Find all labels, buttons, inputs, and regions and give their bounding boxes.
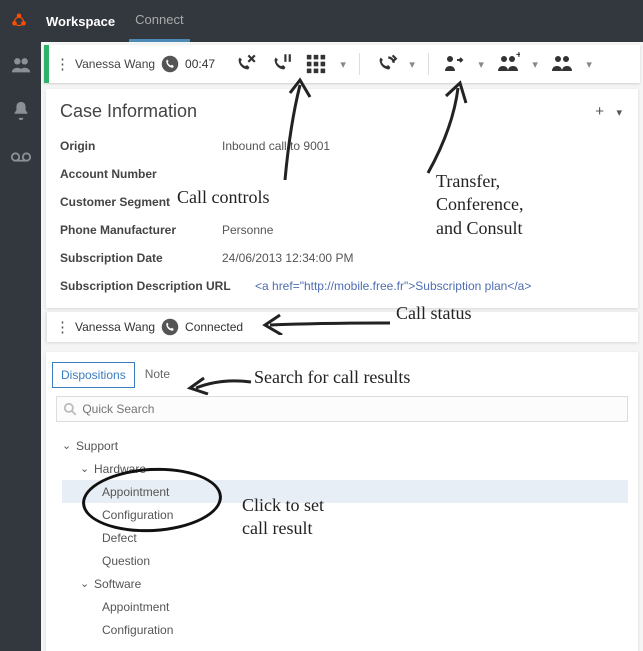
notifications-icon[interactable] bbox=[10, 100, 32, 122]
tree-item-sw-configuration[interactable]: Configuration bbox=[62, 618, 628, 641]
chevron-down-icon: ⌄ bbox=[80, 577, 94, 590]
origin-value: Inbound call to 9001 bbox=[222, 139, 330, 153]
customer-segment-label: Customer Segment bbox=[60, 195, 222, 209]
account-number-label: Account Number bbox=[60, 167, 222, 181]
quick-search-input[interactable] bbox=[80, 401, 621, 417]
separator bbox=[428, 53, 429, 75]
chevron-down-icon: ⌄ bbox=[62, 439, 76, 452]
status-phone-icon bbox=[161, 318, 179, 336]
case-information-card: + ▾ Case Information OriginInbound call … bbox=[46, 89, 638, 308]
status-caller-name: Vanessa Wang bbox=[75, 320, 155, 334]
header-connect-tab[interactable]: Connect bbox=[129, 0, 189, 42]
tree-item-question[interactable]: Question bbox=[62, 549, 628, 572]
subscription-date-label: Subscription Date bbox=[60, 251, 222, 265]
tree-item-appointment[interactable]: Appointment bbox=[62, 480, 628, 503]
transfer-chevron-icon[interactable]: ▾ bbox=[475, 49, 487, 79]
tree-node-hardware[interactable]: ⌄Hardware bbox=[62, 457, 628, 480]
keypad-chevron-icon[interactable]: ▾ bbox=[337, 49, 349, 79]
subscription-url-label: Subscription Description URL bbox=[60, 279, 255, 293]
hold-button[interactable] bbox=[265, 49, 295, 79]
keypad-button[interactable] bbox=[301, 49, 331, 79]
tree-item-defect[interactable]: Defect bbox=[62, 526, 628, 549]
transfer-button[interactable] bbox=[439, 49, 469, 79]
conference-button[interactable]: + bbox=[493, 49, 523, 79]
conference-chevron-icon[interactable]: ▾ bbox=[529, 49, 541, 79]
svg-text:+: + bbox=[516, 52, 520, 61]
tab-note[interactable]: Note bbox=[137, 362, 178, 388]
case-add-button[interactable]: + ▾ bbox=[595, 103, 622, 120]
redial-chevron-icon[interactable]: ▾ bbox=[406, 49, 418, 79]
caller-status-bar: ⋮ Vanessa Wang Connected bbox=[46, 312, 638, 342]
consult-button[interactable] bbox=[547, 49, 577, 79]
status-state: Connected bbox=[185, 320, 243, 334]
status-more-icon[interactable]: ⋮ bbox=[55, 318, 69, 336]
genesys-logo-icon bbox=[10, 12, 28, 30]
origin-label: Origin bbox=[60, 139, 222, 153]
phone-status-icon bbox=[161, 55, 179, 73]
caller-name: Vanessa Wang bbox=[75, 57, 155, 71]
phone-manufacturer-label: Phone Manufacturer bbox=[60, 223, 222, 237]
search-icon bbox=[63, 402, 77, 416]
consult-chevron-icon[interactable]: ▾ bbox=[583, 49, 595, 79]
main-area: ⋮ Vanessa Wang 00:47 ▾ ▾ ▾ + ▾ ▾ bbox=[41, 42, 643, 651]
tab-bar: Dispositions Note bbox=[46, 352, 638, 388]
left-rail bbox=[0, 42, 41, 651]
tree-node-software[interactable]: ⌄Software bbox=[62, 572, 628, 595]
tree-item-sw-appointment[interactable]: Appointment bbox=[62, 595, 628, 618]
chevron-down-icon: ⌄ bbox=[80, 462, 94, 475]
app-header: Workspace Connect bbox=[0, 0, 643, 42]
more-options-icon[interactable]: ⋮ bbox=[55, 55, 69, 73]
dispositions-tree: ⌄Support ⌄Hardware Appointment Configura… bbox=[46, 430, 638, 651]
dispositions-panel: Dispositions Note ⌄Support ⌄Hardware App… bbox=[46, 352, 638, 651]
hangup-button[interactable] bbox=[229, 49, 259, 79]
call-timer: 00:47 bbox=[185, 57, 215, 71]
header-workspace-label: Workspace bbox=[46, 14, 115, 29]
call-bar: ⋮ Vanessa Wang 00:47 ▾ ▾ ▾ + ▾ ▾ bbox=[44, 45, 640, 83]
separator bbox=[359, 53, 360, 75]
redial-button[interactable] bbox=[370, 49, 400, 79]
subscription-date-value: 24/06/2013 12:34:00 PM bbox=[222, 251, 353, 265]
contacts-icon[interactable] bbox=[10, 54, 32, 76]
tree-item-configuration[interactable]: Configuration bbox=[62, 503, 628, 526]
quick-search[interactable] bbox=[56, 396, 628, 422]
voicemail-icon[interactable] bbox=[10, 146, 32, 168]
tab-dispositions[interactable]: Dispositions bbox=[52, 362, 135, 388]
case-title: Case Information bbox=[60, 101, 624, 122]
phone-manufacturer-value: Personne bbox=[222, 223, 273, 237]
subscription-url-value[interactable]: <a href="http://mobile.free.fr">Subscrip… bbox=[255, 279, 531, 293]
tree-node-support[interactable]: ⌄Support bbox=[62, 434, 628, 457]
